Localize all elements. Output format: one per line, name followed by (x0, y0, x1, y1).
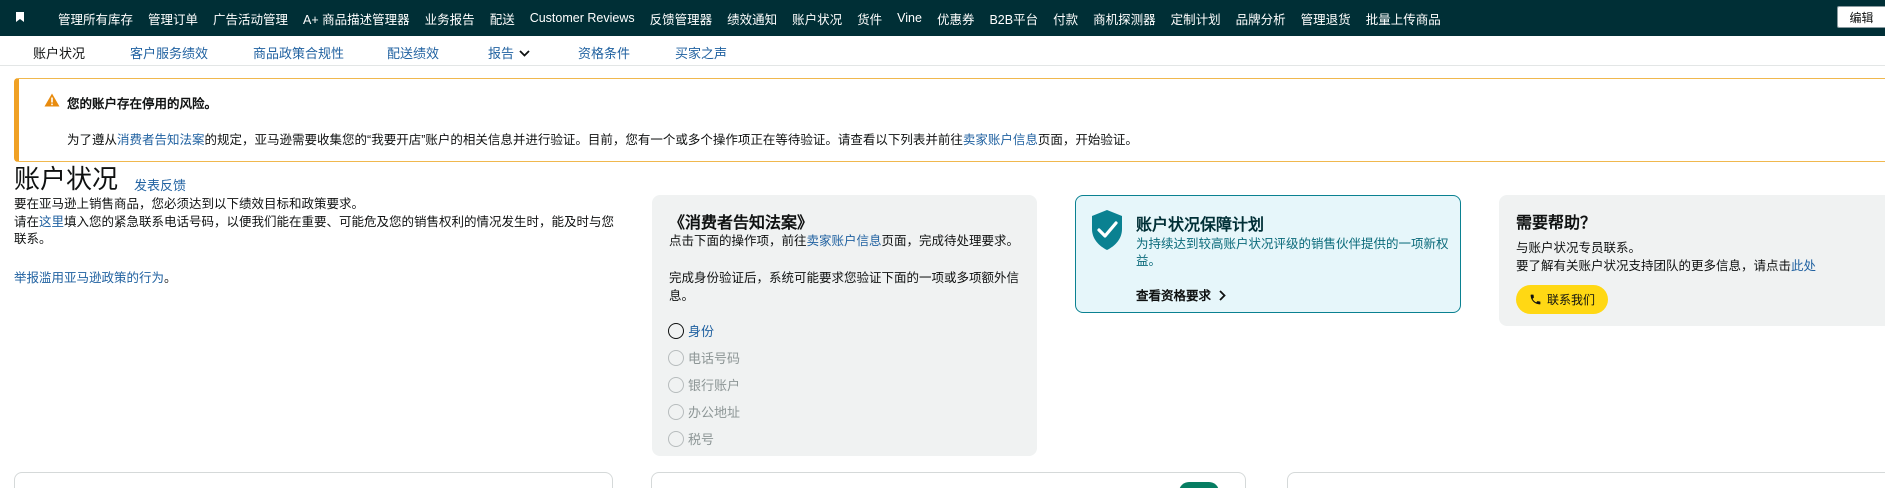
shield-check-icon (1092, 210, 1122, 250)
top-navigation-bar: 管理所有库存 管理订单 广告活动管理 A+ 商品描述管理器 业务报告 配送 Customer… (0, 0, 1885, 36)
top-menu-item[interactable]: 管理订单 (148, 9, 198, 28)
help-line-2-prefix: 要了解有关账户状况支持团队的更多信息，请点击 (1516, 259, 1792, 273)
top-menu-item[interactable]: 品牌分析 (1236, 9, 1286, 28)
sub-navigation-bar: 账户状况 客户服务绩效 商品政策合规性 配送绩效 报告 资格条件 买家之声 (0, 36, 1885, 66)
top-menu-item[interactable]: 批量上传商品 (1366, 9, 1441, 28)
intro-text: 要在亚马逊上销售商品，您必须达到以下绩效目标和政策要求。 请在这里填入您的紧急联… (14, 196, 619, 249)
top-menu-item[interactable]: Vine (897, 11, 922, 25)
radio-circle-icon (668, 322, 684, 339)
checklist-item-label: 电话号码 (688, 351, 741, 366)
alert-body-middle: 的规定，亚马逊需要收集您的“我要开店”账户的相关信息并进行验证。目前，您有一个或… (204, 133, 963, 147)
bottom-card-3 (1287, 472, 1885, 488)
help-card-title: 需要帮助？ (1516, 215, 1597, 232)
contact-us-button[interactable]: 联系我们 (1516, 285, 1608, 314)
radio-circle-icon (668, 430, 684, 447)
instruction-prefix: 点击下面的操作项，前往 (669, 234, 807, 248)
tab-shipping-performance[interactable]: 配送绩效 (387, 43, 439, 62)
checklist-item-label: 税号 (688, 432, 715, 447)
help-card-line-1: 与账户状况专员联系。 (1516, 241, 1642, 255)
report-abuse-suffix: 。 (164, 271, 177, 285)
status-badge (1179, 482, 1219, 488)
top-menu-item[interactable]: 优惠券 (937, 9, 975, 28)
checklist-item-label: 办公地址 (688, 405, 741, 420)
checklist-item-tax-id: 税号 (668, 425, 740, 452)
deactivation-risk-alert: 您的账户存在停用的风险。 为了遵从消费者告知法案的规定，亚马逊需要收集您的“我要… (14, 78, 1885, 162)
radio-circle-icon (668, 376, 684, 393)
tab-voice-of-customer[interactable]: 买家之声 (675, 43, 727, 62)
view-eligibility-link[interactable]: 查看资格要求 (1136, 285, 1226, 304)
top-menu-item[interactable]: 配送 (490, 9, 515, 28)
top-menu-item[interactable]: 账户状况 (792, 9, 842, 28)
contact-us-label: 联系我们 (1546, 293, 1595, 307)
top-menu-item[interactable]: 广告活动管理 (213, 9, 288, 28)
intro-line-2-prefix: 请在 (14, 214, 40, 229)
checklist-item-phone: 电话号码 (668, 344, 740, 371)
feedback-link[interactable]: 发表反馈 (134, 175, 186, 194)
tab-product-policy-compliance[interactable]: 商品政策合规性 (253, 43, 344, 62)
tab-reports-label: 报告 (488, 46, 515, 61)
top-menu-item[interactable]: 业务报告 (425, 9, 475, 28)
top-menu-item[interactable]: 绩效通知 (727, 9, 777, 28)
intro-line-2-suffix: 填入您的紧急联系电话号码，以便我们能在重要、可能危及您的销售权利的情况发生时，能… (14, 214, 615, 247)
help-card: 需要帮助？ 与账户状况专员联系。 要了解有关账户状况支持团队的更多信息，请点击此… (1499, 195, 1885, 326)
intro-line-1: 要在亚马逊上销售商品，您必须达到以下绩效目标和政策要求。 (14, 197, 365, 211)
informed-act-card-instruction: 点击下面的操作项，前往卖家账户信息页面，完成待处理要求。 (669, 233, 1029, 250)
informed-act-card: 《消费者告知法案》 点击下面的操作项，前往卖家账户信息页面，完成待处理要求。 完… (652, 195, 1037, 456)
top-menu: 管理所有库存 管理订单 广告活动管理 A+ 商品描述管理器 业务报告 配送 Customer… (58, 0, 1456, 36)
top-menu-item[interactable]: 管理所有库存 (58, 9, 133, 28)
informed-act-card-note: 完成身份验证后，系统可能要求您验证下面的一项或多项额外信息。 (669, 271, 1020, 303)
informed-act-link[interactable]: 消费者告知法案 (117, 133, 205, 147)
radio-circle-icon (668, 349, 684, 366)
assurance-card-description: 为持续达到较高账户状况评级的销售伙伴提供的一项新权益。 (1136, 237, 1449, 268)
help-here-link[interactable]: 此处 (1791, 259, 1816, 273)
view-eligibility-label: 查看资格要求 (1136, 289, 1212, 303)
tab-reports[interactable]: 报告 (488, 43, 530, 62)
informed-act-card-title: 《消费者告知法案》 (669, 215, 814, 232)
tab-customer-service-performance[interactable]: 客户服务绩效 (130, 43, 208, 62)
emergency-contact-link[interactable]: 这里 (39, 215, 64, 229)
page-title: 账户状况 (14, 164, 119, 194)
alert-body: 为了遵从消费者告知法案的规定，亚马逊需要收集您的“我要开店”账户的相关信息并进行… (67, 129, 1138, 148)
top-menu-item[interactable]: B2B平台 (989, 9, 1038, 28)
checklist-item-identity[interactable]: 身份 (668, 317, 740, 344)
bookmark-icon[interactable] (16, 12, 24, 22)
top-menu-item[interactable]: Customer Reviews (530, 11, 635, 25)
alert-body-suffix: 页面，开始验证。 (1037, 133, 1138, 147)
chevron-down-icon (519, 50, 530, 57)
checklist-item-label: 身份 (688, 324, 715, 339)
warning-icon (44, 93, 60, 107)
alert-body-prefix: 为了遵从 (67, 133, 118, 147)
top-menu-item[interactable]: 定制计划 (1171, 9, 1221, 28)
chevron-right-icon (1218, 290, 1226, 301)
bottom-card-1 (14, 472, 613, 488)
checklist-item-label: 银行账户 (688, 378, 741, 393)
checklist-item-bank-account: 银行账户 (668, 371, 740, 398)
tab-account-health[interactable]: 账户状况 (33, 43, 85, 62)
seller-account-info-card-link[interactable]: 卖家账户信息 (807, 234, 882, 248)
top-menu-item[interactable]: 商机探测器 (1093, 9, 1156, 28)
top-menu-item[interactable]: A+ 商品描述管理器 (303, 9, 410, 28)
tab-eligibility[interactable]: 资格条件 (578, 43, 630, 62)
help-card-line-2: 要了解有关账户状况支持团队的更多信息，请点击此处 (1516, 255, 1816, 274)
verification-checklist: 身份 电话号码 银行账户 办公地址 税号 (668, 317, 740, 452)
edit-button[interactable]: 编辑 (1837, 6, 1885, 28)
alert-title: 您的账户存在停用的风险。 (67, 97, 218, 111)
report-abuse-link[interactable]: 举报滥用亚马逊政策的行为 (14, 271, 164, 285)
assurance-card-title: 账户状况保障计划 (1136, 217, 1265, 234)
instruction-suffix: 页面，完成待处理要求。 (881, 234, 1020, 248)
top-menu-item[interactable]: 付款 (1053, 9, 1078, 28)
top-menu-item[interactable]: 货件 (857, 9, 882, 28)
top-menu-item[interactable]: 管理退货 (1301, 9, 1351, 28)
top-menu-item[interactable]: 反馈管理器 (650, 9, 713, 28)
radio-circle-icon (668, 403, 684, 420)
account-health-assurance-card: 账户状况保障计划 为持续达到较高账户状况评级的销售伙伴提供的一项新权益。 查看资… (1075, 195, 1461, 313)
seller-account-info-link[interactable]: 卖家账户信息 (963, 133, 1038, 147)
phone-icon (1530, 294, 1541, 305)
intro-line-2: 请在这里填入您的紧急联系电话号码，以便我们能在重要、可能危及您的销售权利的情况发… (14, 214, 619, 249)
report-abuse: 举报滥用亚马逊政策的行为。 (14, 267, 177, 286)
bottom-card-2 (651, 472, 1246, 488)
checklist-item-office-address: 办公地址 (668, 398, 740, 425)
